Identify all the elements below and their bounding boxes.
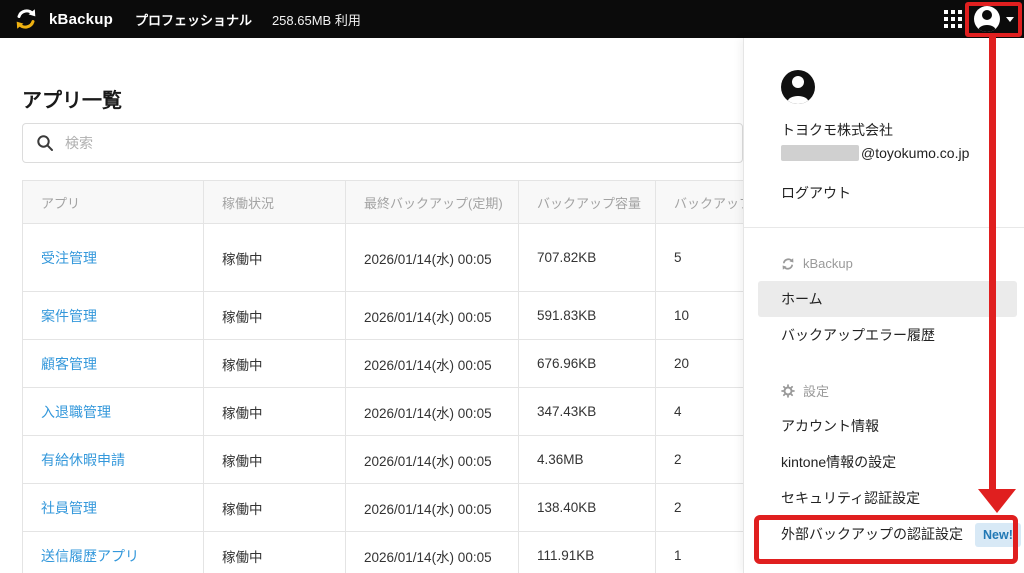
size-cell: 676.96KB xyxy=(519,340,656,388)
menu-item[interactable]: バックアップエラー履歴 xyxy=(758,317,1017,353)
column-header: 稼働状況 xyxy=(204,181,346,224)
menu-item-label: ホーム xyxy=(781,291,823,307)
account-menu-panel: トヨクモ株式会社 @toyokumo.co.jp ログアウト kBackup ホ… xyxy=(743,38,1024,573)
status-cell: 稼働中 xyxy=(204,224,346,292)
last-backup-cell: 2026/01/14(水) 00:05 xyxy=(346,388,519,436)
settings-menu-list: アカウント情報 kintone情報の設定 セキュリティ認証設定 外部バックアップ… xyxy=(744,408,1024,552)
last-backup-cell: 2026/01/14(水) 00:05 xyxy=(346,484,519,532)
size-cell: 347.43KB xyxy=(519,388,656,436)
section-settings-label: 設定 xyxy=(803,381,829,400)
kbackup-logo-icon xyxy=(14,7,38,31)
status-cell: 稼働中 xyxy=(204,292,346,340)
menu-item[interactable]: セキュリティ認証設定 xyxy=(758,480,1017,516)
status-cell: 稼働中 xyxy=(204,484,346,532)
app-cell: 受注管理 xyxy=(23,224,204,292)
search-box xyxy=(22,123,743,163)
column-header: バックアップ容量 xyxy=(519,181,656,224)
app-link[interactable]: 社員管理 xyxy=(41,500,97,516)
section-kbackup: kBackup xyxy=(781,256,1024,271)
app-cell: 有給休暇申請 xyxy=(23,436,204,484)
status-cell: 稼働中 xyxy=(204,532,346,573)
topbar-right xyxy=(944,0,1024,38)
column-header: アプリ xyxy=(23,181,204,224)
menu-item[interactable]: アカウント情報 xyxy=(758,408,1017,444)
gear-icon xyxy=(781,384,795,398)
avatar-icon xyxy=(781,70,815,104)
account-info-block: トヨクモ株式会社 @toyokumo.co.jp ログアウト xyxy=(744,38,1024,203)
apps-grid-icon[interactable] xyxy=(944,10,962,28)
email-domain: @toyokumo.co.jp xyxy=(861,145,969,161)
status-cell: 稼働中 xyxy=(204,340,346,388)
size-cell: 138.40KB xyxy=(519,484,656,532)
topbar: kBackup プロフェッショナル 258.65MB 利用 xyxy=(0,0,1024,38)
app-cell: 送信履歴アプリ xyxy=(23,532,204,573)
app-cell: 社員管理 xyxy=(23,484,204,532)
chevron-down-icon xyxy=(1006,17,1014,22)
account-menu-button[interactable] xyxy=(974,0,1014,38)
menu-item-label: kintone情報の設定 xyxy=(781,454,896,470)
logout-button[interactable]: ログアウト xyxy=(781,183,851,203)
size-cell: 111.91KB xyxy=(519,532,656,573)
divider xyxy=(744,227,1024,228)
company-name: トヨクモ株式会社 xyxy=(781,120,1006,140)
status-cell: 稼働中 xyxy=(204,388,346,436)
account-email: @toyokumo.co.jp xyxy=(781,145,1006,161)
size-cell: 707.82KB xyxy=(519,224,656,292)
last-backup-cell: 2026/01/14(水) 00:05 xyxy=(346,224,519,292)
last-backup-cell: 2026/01/14(水) 00:05 xyxy=(346,292,519,340)
app-link[interactable]: 送信履歴アプリ xyxy=(41,548,139,564)
kbackup-menu-list: ホーム バックアップエラー履歴 xyxy=(744,281,1024,353)
app-link[interactable]: 顧客管理 xyxy=(41,356,97,372)
kbackup-app-window: kBackup プロフェッショナル 258.65MB 利用 アプリ一覧 アプリ xyxy=(0,0,1024,573)
app-cell: 案件管理 xyxy=(23,292,204,340)
app-cell: 入退職管理 xyxy=(23,388,204,436)
menu-item-label: バックアップエラー履歴 xyxy=(781,327,935,343)
column-header: 最終バックアップ(定期) xyxy=(346,181,519,224)
redacted-email-local-part xyxy=(781,145,859,161)
app-link[interactable]: 案件管理 xyxy=(41,308,97,324)
menu-item[interactable]: ホーム xyxy=(758,281,1017,317)
account-icon xyxy=(974,6,1000,32)
last-backup-cell: 2026/01/14(水) 00:05 xyxy=(346,436,519,484)
search-input[interactable] xyxy=(65,135,729,151)
section-kbackup-label: kBackup xyxy=(803,256,853,271)
menu-item-label: 外部バックアップの認証設定 xyxy=(781,526,963,542)
menu-item-label: アカウント情報 xyxy=(781,418,879,434)
search-icon xyxy=(36,134,54,152)
app-link[interactable]: 有給休暇申請 xyxy=(41,452,125,468)
sync-arrows-icon xyxy=(781,257,795,271)
app-link[interactable]: 受注管理 xyxy=(41,250,97,266)
menu-item-label: セキュリティ認証設定 xyxy=(781,490,920,506)
storage-usage-label: 258.65MB 利用 xyxy=(272,10,361,29)
plan-label: プロフェッショナル xyxy=(135,10,252,29)
status-cell: 稼働中 xyxy=(204,436,346,484)
size-cell: 591.83KB xyxy=(519,292,656,340)
app-link[interactable]: 入退職管理 xyxy=(41,404,111,420)
menu-item[interactable]: 外部バックアップの認証設定New! xyxy=(758,516,1017,552)
new-badge: New! xyxy=(975,523,1021,547)
section-settings: 設定 xyxy=(781,381,1024,400)
page-title: アプリ一覧 xyxy=(22,84,122,113)
app-cell: 顧客管理 xyxy=(23,340,204,388)
last-backup-cell: 2026/01/14(水) 00:05 xyxy=(346,340,519,388)
last-backup-cell: 2026/01/14(水) 00:05 xyxy=(346,532,519,573)
size-cell: 4.36MB xyxy=(519,436,656,484)
menu-item[interactable]: kintone情報の設定 xyxy=(758,444,1017,480)
brand-name: kBackup xyxy=(49,11,113,28)
